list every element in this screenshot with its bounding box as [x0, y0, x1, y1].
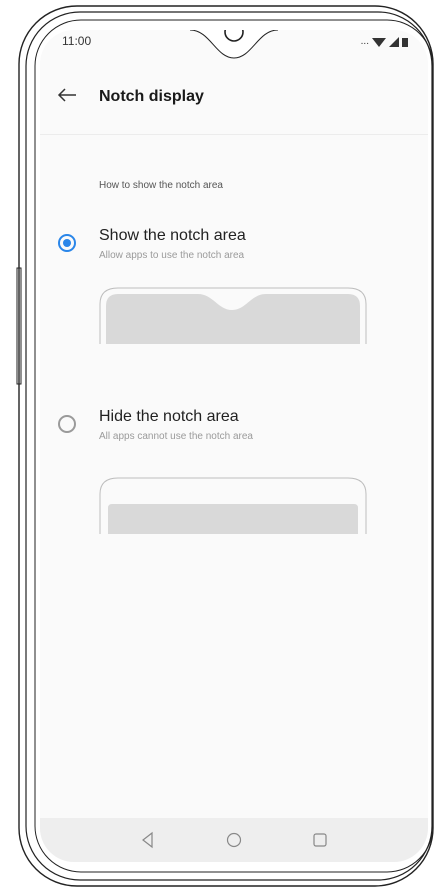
option-title: Hide the notch area — [99, 408, 239, 425]
status-time: 11:00 — [62, 34, 92, 48]
radio-hide-notch[interactable] — [58, 415, 76, 433]
radio-show-notch[interactable] — [58, 234, 76, 252]
arrow-left-icon[interactable] — [54, 82, 80, 108]
status-icons: ... — [361, 36, 408, 47]
app-bar: Notch display — [40, 60, 428, 135]
battery-icon — [402, 37, 408, 47]
back-triangle-icon[interactable] — [138, 830, 158, 850]
notch-preview-hide — [99, 477, 367, 534]
option-title: Show the notch area — [99, 227, 246, 244]
recents-square-icon[interactable] — [310, 830, 330, 850]
page-title: Notch display — [99, 88, 204, 105]
section-label: How to show the notch area — [99, 180, 223, 191]
navigation-bar — [40, 818, 428, 862]
notch-preview-show — [99, 287, 367, 344]
wifi-icon — [372, 37, 386, 47]
more-indicator: ... — [360, 36, 369, 47]
screen: 11:00 ... Notch display How to show the … — [40, 30, 428, 862]
signal-icon — [389, 36, 399, 47]
option-subtitle: All apps cannot use the notch area — [99, 431, 253, 442]
home-circle-icon[interactable] — [224, 830, 244, 850]
option-subtitle: Allow apps to use the notch area — [99, 250, 245, 261]
